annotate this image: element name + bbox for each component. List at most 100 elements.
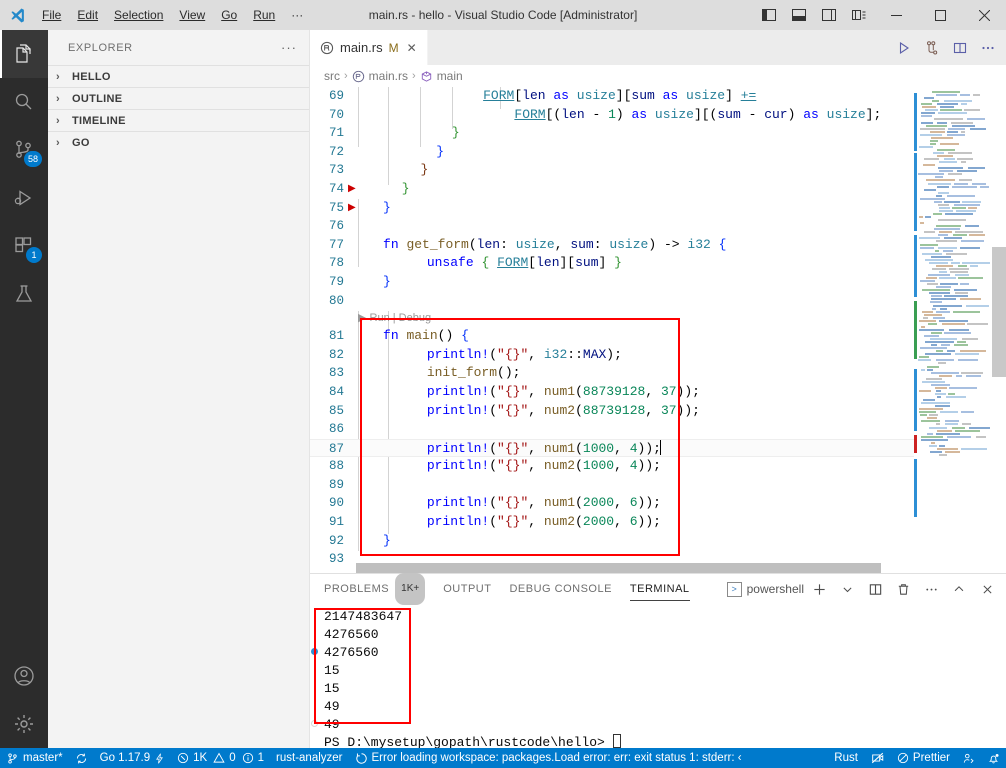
tab-close-icon[interactable]: ✕ — [407, 41, 417, 55]
code-line[interactable]: 84 println!("{}", num1(88739128, 37)); — [310, 383, 1006, 402]
menu-file[interactable]: File — [34, 0, 69, 30]
menu-bar[interactable]: File Edit Selection View Go Run ··· — [34, 0, 311, 30]
menu-go[interactable]: Go — [213, 0, 245, 30]
code-line[interactable]: 91 println!("{}", num2(2000, 6)); — [310, 513, 1006, 532]
minimap-line — [973, 94, 980, 97]
code-line[interactable]: 85 println!("{}", num2(88739128, 37)); — [310, 402, 1006, 421]
code-line[interactable]: 78 unsafe { FORM[len][sum] } — [310, 254, 1006, 273]
status-prettier[interactable]: Prettier — [891, 748, 956, 768]
code-line[interactable]: 74 ▶} — [310, 180, 1006, 199]
activity-item-source-control[interactable]: 58 — [0, 126, 48, 174]
toggle-secondary-sidebar-icon[interactable] — [814, 0, 844, 30]
sidebar-item-go[interactable]: › GO — [48, 131, 309, 153]
toggle-primary-sidebar-icon[interactable] — [754, 0, 784, 30]
code-line[interactable]: 86 — [310, 420, 1006, 439]
sidebar-more-icon[interactable]: ··· — [281, 40, 297, 55]
close-panel-icon[interactable] — [974, 574, 1000, 604]
code-line[interactable]: 81 fn main() { — [310, 327, 1006, 346]
maximize-button[interactable] — [918, 0, 962, 30]
code-lens-run-debug[interactable]: ▶ Run | Debug — [310, 310, 1006, 327]
customize-layout-icon[interactable] — [844, 0, 874, 30]
toggle-panel-icon[interactable] — [784, 0, 814, 30]
code-text: } — [420, 162, 429, 178]
minimize-button[interactable] — [874, 0, 918, 30]
menu-edit[interactable]: Edit — [69, 0, 106, 30]
editor-horizontal-scrollbar[interactable] — [356, 563, 881, 573]
editor-scrollbar-thumb[interactable] — [992, 247, 1006, 377]
menu-more[interactable]: ··· — [283, 0, 311, 30]
code-line[interactable]: 87 println!("{}", num1(1000, 4)); — [310, 438, 1006, 458]
menu-selection[interactable]: Selection — [106, 0, 171, 30]
menu-view[interactable]: View — [171, 0, 213, 30]
code-line[interactable]: 88 println!("{}", num2(1000, 4)); — [310, 457, 1006, 476]
code-line[interactable]: 82 println!("{}", i32::MAX); — [310, 346, 1006, 365]
code-line[interactable]: 92} — [310, 532, 1006, 551]
breadcrumb-item-main[interactable]: main — [437, 69, 463, 83]
status-workspace-error[interactable]: Error loading workspace: packages.Load e… — [349, 748, 748, 768]
editor-tab-main-rs[interactable]: main.rs M ✕ — [310, 30, 428, 65]
activity-item-manage[interactable] — [0, 700, 48, 748]
code-line[interactable]: 72} — [310, 143, 1006, 162]
panel-tab-output[interactable]: OUTPUT — [443, 574, 491, 604]
panel-tab-debug-console[interactable]: DEBUG CONSOLE — [509, 574, 611, 604]
minimap-line — [944, 331, 971, 334]
status-rust-analyzer[interactable]: rust-analyzer — [270, 748, 348, 768]
code-editor[interactable]: 69 FORM[len as usize][sum as usize] += 70 F… — [310, 87, 1006, 573]
activity-item-extensions[interactable]: 1 — [0, 222, 48, 270]
chevron-down-icon[interactable] — [834, 574, 860, 604]
code-line[interactable]: 70 FORM[(len - 1) as usize][(sum - cur) a… — [310, 106, 1006, 125]
more-actions-icon[interactable] — [918, 574, 944, 604]
panel-tab-terminal[interactable]: TERMINAL — [629, 574, 690, 604]
status-go-version[interactable]: Go 1.17.9 — [94, 748, 172, 768]
minimap-line — [947, 350, 955, 353]
new-terminal-icon[interactable] — [806, 574, 832, 604]
menu-run[interactable]: Run — [245, 0, 283, 30]
status-screencast-mode[interactable] — [864, 748, 891, 768]
activity-item-accounts[interactable] — [0, 652, 48, 700]
code-line[interactable]: 89 — [310, 476, 1006, 495]
code-line[interactable]: 80 — [310, 292, 1006, 311]
sidebar-item-hello[interactable]: › HELLO — [48, 65, 309, 87]
activity-item-testing[interactable] — [0, 270, 48, 318]
minimap[interactable] — [914, 87, 992, 573]
code-line[interactable]: 90 println!("{}", num1(2000, 6)); — [310, 494, 1006, 513]
maximize-panel-icon[interactable] — [946, 574, 972, 604]
code-line[interactable]: 77 fn get_form(len: usize, sum: usize) ->… — [310, 236, 1006, 255]
status-live-share[interactable] — [956, 748, 981, 768]
code-line[interactable]: 83 init_form(); — [310, 364, 1006, 383]
minimap-line — [947, 435, 971, 438]
activity-item-search[interactable] — [0, 78, 48, 126]
more-actions-icon[interactable] — [974, 30, 1002, 65]
files-icon — [16, 44, 31, 63]
terminal-output[interactable]: 2147483647 4276560 4276560 15 15 49 49 PS D:\my… — [310, 604, 1006, 752]
sidebar-item-timeline[interactable]: › TIMELINE — [48, 109, 309, 131]
code-line[interactable]: 71} — [310, 124, 1006, 143]
activity-item-run-and-debug[interactable] — [0, 174, 48, 222]
kill-terminal-icon[interactable] — [890, 574, 916, 604]
status-sync[interactable] — [69, 748, 94, 768]
status-notifications[interactable] — [981, 748, 1006, 768]
run-icon[interactable] — [890, 30, 918, 65]
minimap-line — [954, 203, 980, 206]
terminal-shell-selector[interactable]: > powershell — [726, 581, 804, 597]
gutter-breakpoint-icon[interactable]: ▶ — [348, 180, 356, 199]
status-problems[interactable]: 1K 0 1 — [171, 748, 270, 768]
code-line[interactable]: 75 ▶} — [310, 199, 1006, 218]
sidebar-item-outline[interactable]: › OUTLINE — [48, 87, 309, 109]
breadcrumb-item-src[interactable]: src — [324, 69, 340, 83]
activity-bar: 58 1 — [0, 30, 48, 748]
code-line[interactable]: 73} — [310, 161, 1006, 180]
status-language-mode[interactable]: Rust — [828, 748, 864, 768]
split-editor-icon[interactable] — [946, 30, 974, 65]
breadcrumb-item-main-rs[interactable]: main.rs — [369, 69, 408, 83]
status-branch[interactable]: master* — [0, 748, 69, 768]
panel-tab-problems[interactable]: PROBLEMS 1K+ — [324, 573, 426, 605]
split-terminal-icon[interactable] — [862, 574, 888, 604]
close-button[interactable] — [962, 0, 1006, 30]
code-line[interactable]: 79} — [310, 273, 1006, 292]
code-line[interactable]: 76 — [310, 217, 1006, 236]
activity-item-explorer[interactable] — [0, 30, 48, 78]
gutter-breakpoint-icon[interactable]: ▶ — [348, 199, 356, 218]
run-with-options-icon[interactable] — [918, 30, 946, 65]
code-line[interactable]: 69 FORM[len as usize][sum as usize] += — [310, 87, 1006, 106]
